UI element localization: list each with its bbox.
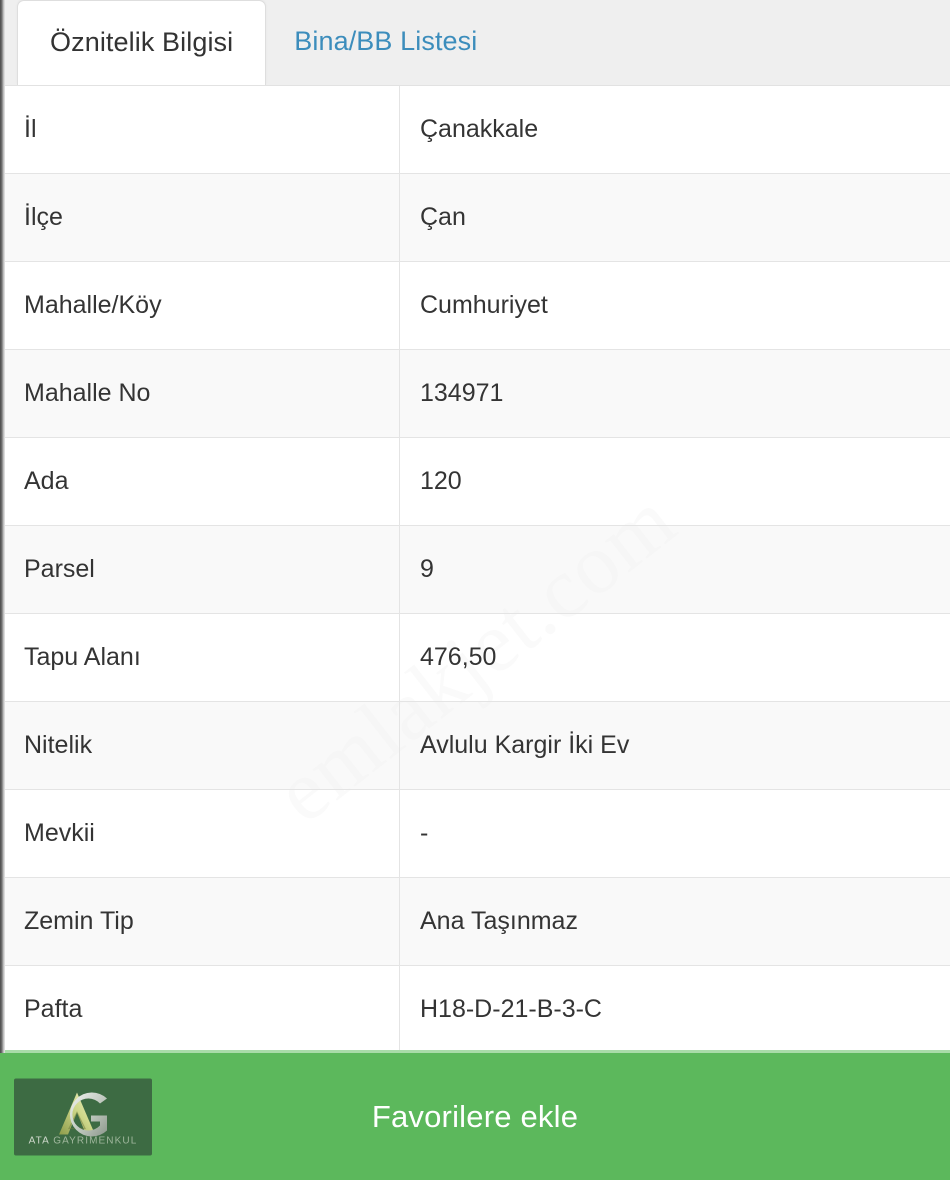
attribute-row-list: İl Çanakkale İlçe Çan Mahalle/Köy Cumhuriyet M…: [0, 86, 950, 1050]
attribute-value: -: [420, 819, 429, 847]
tab-bina-bb-listesi-label: Bina/BB Listesi: [294, 26, 478, 56]
attribute-value: Cumhuriyet: [420, 291, 548, 319]
table-row: Mahalle/Köy Cumhuriyet: [0, 262, 950, 350]
table-row: Mahalle No 134971: [0, 350, 950, 438]
table-row: Nitelik Avlulu Kargir İki Ev: [0, 702, 950, 790]
attribute-value: 120: [420, 467, 462, 495]
attribute-label: Tapu Alanı: [0, 614, 400, 701]
agency-name-part1: ATA: [28, 1135, 50, 1147]
agency-logo: ATA GAYRİMENKUL: [14, 1078, 152, 1155]
attribute-label: Parsel: [0, 526, 400, 613]
attribute-label: Nitelik: [0, 702, 400, 789]
table-row: İl Çanakkale: [0, 86, 950, 174]
attribute-value: Çanakkale: [420, 115, 539, 143]
attribute-label: Ada: [0, 438, 400, 525]
tab-bar: Öznitelik Bilgisi Bina/BB Listesi: [0, 0, 950, 85]
table-row: Parsel 9: [0, 526, 950, 614]
table-row: Zemin Tip Ana Taşınmaz: [0, 878, 950, 966]
attribute-value: 134971: [420, 379, 504, 407]
table-row: İlçe Çan: [0, 174, 950, 262]
tab-oznitelik-bilgisi[interactable]: Öznitelik Bilgisi: [17, 0, 267, 85]
add-to-favorites-label[interactable]: Favorilere ekle: [372, 1099, 578, 1135]
table-row: Pafta H18-D-21-B-3-C: [0, 966, 950, 1050]
attribute-label: Mahalle/Köy: [0, 262, 400, 349]
table-row: Ada 120: [0, 438, 950, 526]
attribute-value: Ana Taşınmaz: [420, 907, 578, 935]
attribute-label: Mahalle No: [0, 350, 400, 437]
tab-bina-bb-listesi[interactable]: Bina/BB Listesi: [266, 0, 505, 85]
attribute-value: H18-D-21-B-3-C: [420, 995, 602, 1023]
ata-gayrimenkul-monogram-icon: [59, 1092, 107, 1137]
attribute-value: 476,50: [420, 643, 497, 671]
table-row: Mevkii -: [0, 790, 950, 878]
attribute-label: İl: [0, 86, 400, 173]
attribute-value: 9: [420, 555, 434, 583]
favorite-bar[interactable]: ATA GAYRİMENKUL Favorilere ekle: [0, 1050, 950, 1180]
attribute-label: Mevkii: [0, 790, 400, 877]
table-row: Tapu Alanı 476,50: [0, 614, 950, 702]
attribute-table: emlakjet.com İlÇanakkaleİlçeÇanMahalle/K…: [0, 85, 950, 1050]
agency-name-part2: GAYRİMENKUL: [53, 1135, 138, 1147]
attribute-label: Pafta: [0, 966, 400, 1050]
tab-oznitelik-bilgisi-label: Öznitelik Bilgisi: [50, 26, 234, 57]
attribute-value: Çan: [420, 203, 466, 231]
attribute-label: İlçe: [0, 174, 400, 261]
attribute-label: Zemin Tip: [0, 878, 400, 965]
agency-logo-text: ATA GAYRİMENKUL: [29, 1136, 138, 1147]
attribute-value: Avlulu Kargir İki Ev: [420, 731, 630, 759]
parcel-info-screen: Öznitelik Bilgisi Bina/BB Listesi emlakj…: [0, 0, 950, 1180]
